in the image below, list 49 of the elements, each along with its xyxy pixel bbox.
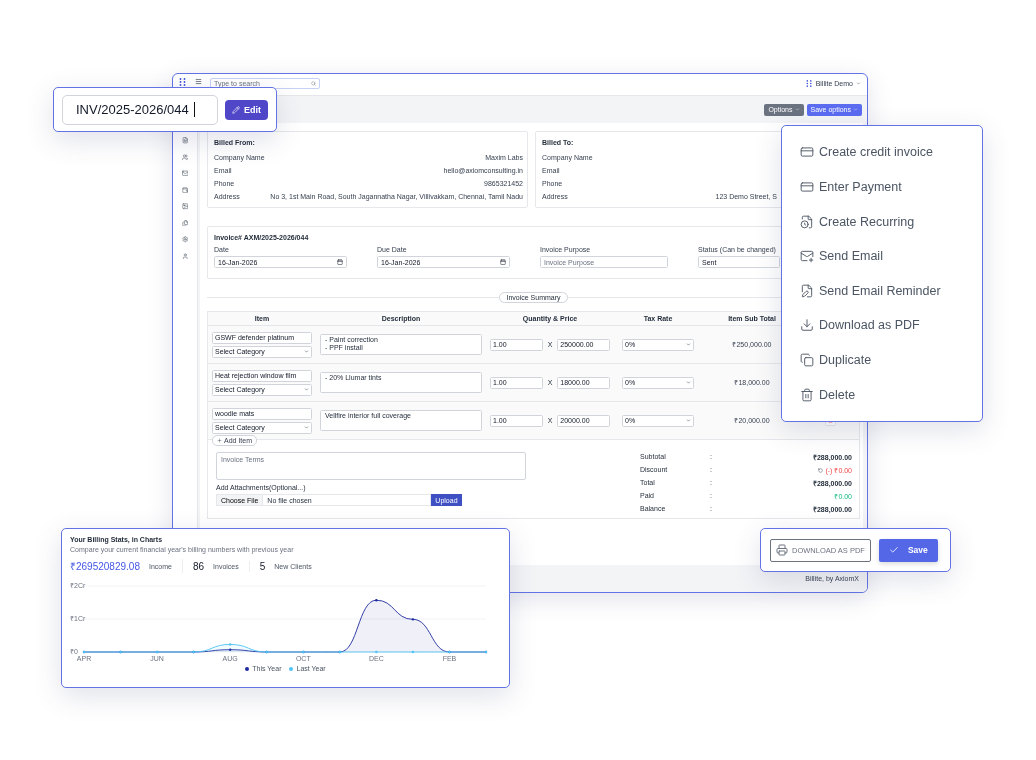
- menu-item[interactable]: Send Email: [782, 238, 982, 274]
- copy-icon: [800, 353, 814, 368]
- image-icon[interactable]: [181, 203, 189, 210]
- stat-value: ₹269520829.08: [70, 560, 140, 573]
- caret-icon: [304, 425, 309, 430]
- pencil-icon: [232, 105, 240, 114]
- menu-item[interactable]: Delete: [782, 377, 982, 412]
- menu-item[interactable]: Duplicate: [782, 342, 982, 378]
- caret-icon: [686, 380, 691, 385]
- settings-icon[interactable]: [181, 236, 189, 243]
- caret-icon: [794, 107, 800, 112]
- caret-icon: [856, 81, 861, 86]
- check-icon: [888, 545, 899, 555]
- card-icon: [800, 145, 814, 160]
- caret-icon: [304, 387, 309, 392]
- caret-icon: [686, 342, 691, 347]
- logo-icon: [805, 80, 813, 87]
- edit-button[interactable]: Edit: [225, 99, 268, 120]
- plus-icon: [217, 438, 222, 443]
- file-pen-icon: [800, 283, 814, 298]
- mail-icon: [800, 249, 814, 264]
- menu-icon[interactable]: [195, 78, 202, 85]
- menu-item[interactable]: Create credit invoice: [782, 135, 982, 170]
- stat-value: 5: [259, 560, 266, 572]
- wallet-icon[interactable]: [181, 186, 189, 193]
- file-clock-icon: [800, 214, 814, 229]
- menu-item[interactable]: Create Recurring: [782, 204, 982, 239]
- stat-value: 86: [192, 560, 205, 572]
- save-button[interactable]: Save: [878, 538, 938, 562]
- download-icon: [800, 318, 814, 333]
- people-icon[interactable]: [181, 153, 189, 160]
- card-icon: [800, 179, 814, 194]
- calendar-icon: [337, 259, 343, 265]
- discount-icon[interactable]: [818, 468, 824, 473]
- printer-icon: [776, 544, 788, 556]
- calendar-icon: [500, 259, 506, 265]
- caret-icon: [853, 107, 858, 112]
- user-icon[interactable]: [181, 252, 189, 259]
- logo-icon: [179, 78, 187, 86]
- mail-icon[interactable]: [181, 170, 189, 177]
- search-icon: [311, 81, 316, 86]
- files-icon[interactable]: [181, 219, 189, 226]
- menu-item[interactable]: Send Email Reminder: [782, 273, 982, 309]
- caret-icon: [304, 349, 309, 354]
- invoice-number-field[interactable]: INV/2025-2026/044: [62, 94, 218, 125]
- caret-icon: [686, 418, 691, 423]
- text-cursor: [193, 102, 195, 117]
- menu-item[interactable]: Enter Payment: [782, 169, 982, 205]
- document-icon[interactable]: [181, 137, 189, 144]
